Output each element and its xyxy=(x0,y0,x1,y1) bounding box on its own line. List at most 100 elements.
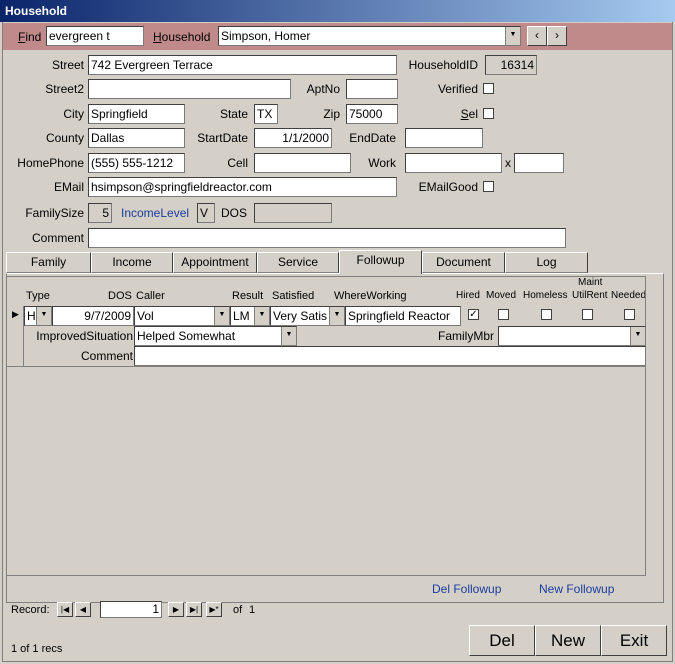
chevron-down-icon[interactable]: ▼ xyxy=(36,307,51,325)
comment-input[interactable] xyxy=(88,228,566,248)
chevron-down-icon[interactable]: ▼ xyxy=(281,327,296,345)
improved-select[interactable]: Helped Somewhat ▼ xyxy=(134,326,297,346)
maint-utilrent-checkbox[interactable] xyxy=(582,309,593,320)
exit-button[interactable]: Exit xyxy=(601,625,667,656)
moved-checkbox[interactable] xyxy=(498,309,509,320)
street-input[interactable]: 742 Evergreen Terrace xyxy=(88,55,397,75)
work-input[interactable] xyxy=(405,153,502,173)
tab-service[interactable]: Service xyxy=(257,252,339,273)
chevron-down-icon[interactable]: ▼ xyxy=(329,307,344,325)
verified-checkbox[interactable] xyxy=(483,83,494,94)
chevron-right-icon: › xyxy=(555,28,559,42)
tab-document[interactable]: Document xyxy=(422,252,505,273)
street2-input[interactable] xyxy=(88,79,291,99)
current-record-icon: ▶ xyxy=(12,309,19,319)
col-result: Result xyxy=(232,290,264,302)
startdate-input[interactable]: 1/1/2000 xyxy=(254,128,332,148)
chevron-down-icon[interactable]: ▼ xyxy=(630,327,645,345)
prev-household-button[interactable]: ‹ xyxy=(527,26,547,46)
checkmark-icon: ✓ xyxy=(469,309,478,320)
needed-checkbox[interactable] xyxy=(624,309,635,320)
result-select[interactable]: LM ▼ xyxy=(230,306,270,326)
next-household-button[interactable]: › xyxy=(547,26,567,46)
del-followup-link[interactable]: Del Followup xyxy=(432,582,501,596)
col-caller: Caller xyxy=(136,290,165,302)
improved-label: ImprovedSituation xyxy=(36,329,133,343)
state-input[interactable]: TX xyxy=(254,104,278,124)
type-select[interactable]: Ho ▼ xyxy=(24,306,52,326)
emailgood-label: EMailGood xyxy=(418,180,478,194)
familysize-label: FamilySize xyxy=(25,206,84,220)
street-label: Street xyxy=(51,58,84,72)
email-input[interactable]: hsimpson@springfieldreactor.com xyxy=(88,177,397,197)
tab-log-label: Log xyxy=(536,255,557,269)
householdid-label: HouseholdID xyxy=(408,58,478,72)
homephone-label: HomePhone xyxy=(17,156,84,170)
city-input[interactable]: Springfield xyxy=(88,104,185,124)
col-needed: Needed xyxy=(611,290,645,301)
tab-followup[interactable]: Followup xyxy=(339,250,422,274)
followup-comment-input[interactable] xyxy=(134,346,646,366)
homeless-checkbox[interactable] xyxy=(541,309,552,320)
dos-value xyxy=(254,203,332,223)
incomelevel-label[interactable]: IncomeLevel xyxy=(121,205,189,221)
del-button[interactable]: Del xyxy=(469,625,535,656)
new-followup-link[interactable]: New Followup xyxy=(539,582,614,596)
col-maint-top: Maint xyxy=(578,277,603,288)
last-record-button[interactable]: ▶| xyxy=(186,602,202,617)
chevron-down-icon[interactable]: ▼ xyxy=(505,27,520,45)
zip-label: Zip xyxy=(323,107,340,121)
enddate-input[interactable] xyxy=(405,128,483,148)
whereworking-input[interactable]: Springfield Reactor xyxy=(345,306,461,326)
cell-input[interactable] xyxy=(254,153,351,173)
chevron-down-icon[interactable]: ▼ xyxy=(254,307,269,325)
household-select[interactable]: Simpson, Homer ▼ xyxy=(218,26,521,46)
email-label: EMail xyxy=(53,180,84,194)
chevron-left-icon: ‹ xyxy=(535,28,539,42)
householdid-value: 16314 xyxy=(485,55,537,75)
street2-label: Street2 xyxy=(45,82,84,96)
chevron-down-icon[interactable]: ▼ xyxy=(214,307,229,325)
prev-record-button[interactable]: ◀ xyxy=(75,602,91,617)
familymbr-select[interactable]: ▼ xyxy=(498,326,646,346)
ext-input[interactable] xyxy=(514,153,564,173)
enddate-label: EndDate xyxy=(349,131,396,145)
record-number-input[interactable]: 1 xyxy=(100,601,162,618)
aptno-input[interactable] xyxy=(346,79,398,99)
sel-checkbox[interactable] xyxy=(483,108,494,119)
col-homeless: Homeless xyxy=(523,290,568,301)
record-selector[interactable]: ▶ xyxy=(7,306,24,366)
hired-checkbox[interactable]: ✓ xyxy=(468,309,479,320)
homephone-input[interactable]: (555) 555-1212 xyxy=(88,153,185,173)
familymbr-label: FamilyMbr xyxy=(438,329,494,343)
tab-income[interactable]: Income xyxy=(91,252,173,273)
record-label: Record: xyxy=(11,604,50,616)
find-input[interactable]: evergreen t xyxy=(46,26,144,46)
tab-appointment[interactable]: Appointment xyxy=(173,252,257,273)
county-input[interactable]: Dallas xyxy=(88,128,185,148)
dos-label: DOS xyxy=(221,206,248,220)
tab-log[interactable]: Log xyxy=(505,252,588,273)
find-label: Find xyxy=(18,30,42,44)
tab-family[interactable]: Family xyxy=(6,252,91,273)
first-record-button[interactable]: |◀ xyxy=(57,602,73,617)
tab-service-label: Service xyxy=(277,255,318,269)
tab-family-label: Family xyxy=(30,255,67,269)
satisfied-select[interactable]: Very Satis ▼ xyxy=(270,306,345,326)
household-label: Household xyxy=(153,30,211,44)
new-record-button[interactable]: ▶* xyxy=(206,602,222,617)
state-label: State xyxy=(219,107,248,121)
next-record-icon: ▶ xyxy=(172,605,180,614)
followup-comment-label: Comment xyxy=(80,349,133,363)
col-maint-bottom: UtilRent xyxy=(572,290,608,301)
next-record-button[interactable]: ▶ xyxy=(168,602,184,617)
followup-dos-input[interactable]: 9/7/2009 xyxy=(52,306,134,326)
tab-followup-label: Followup xyxy=(356,253,405,267)
new-button[interactable]: New xyxy=(535,625,601,656)
ext-label: x xyxy=(505,156,511,170)
emailgood-checkbox[interactable] xyxy=(483,181,494,192)
aptno-label: AptNo xyxy=(306,82,340,96)
zip-input[interactable]: 75000 xyxy=(346,104,398,124)
county-label: County xyxy=(45,131,84,145)
caller-select[interactable]: Vol ▼ xyxy=(134,306,230,326)
